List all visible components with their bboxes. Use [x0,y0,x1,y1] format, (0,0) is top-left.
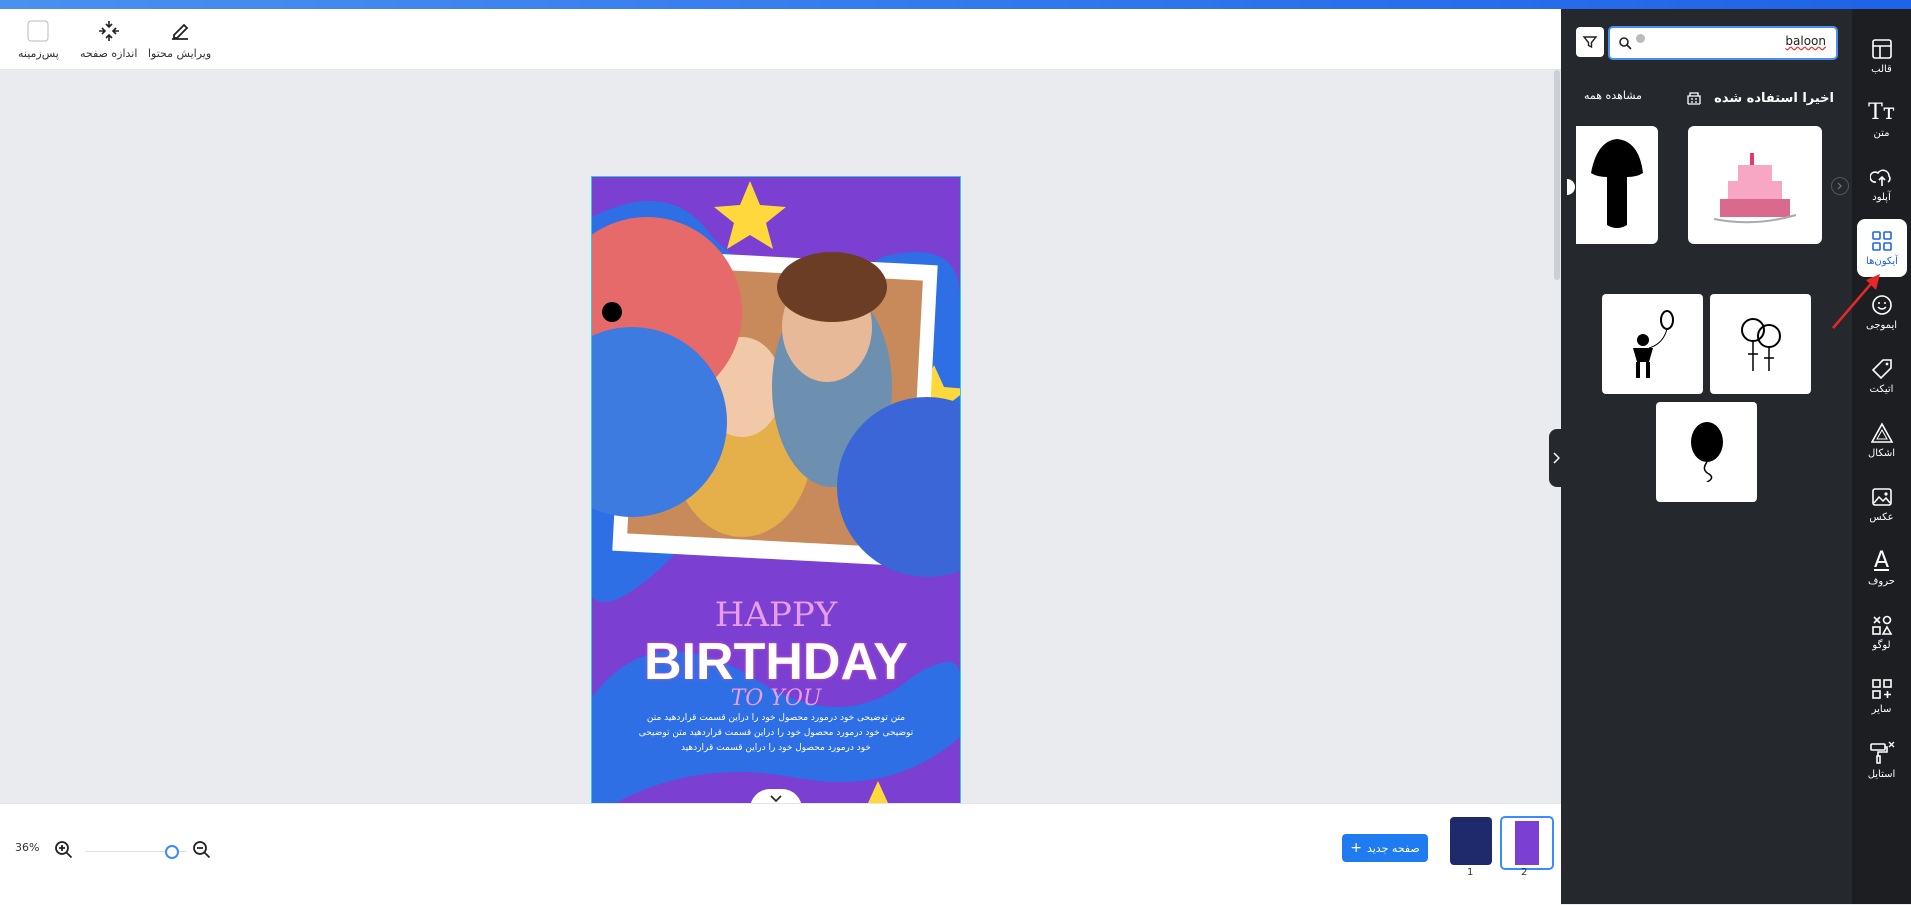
top-toolbar: پس‌زمینه اندازه صفحه ویرایش محتوا [0,9,1561,70]
balloon-icon [1690,422,1723,482]
zoom-slider-handle[interactable] [165,845,179,859]
template-icon [1871,38,1892,59]
zoom-percent: 36% [15,841,40,854]
carousel-left-arrow[interactable] [1567,179,1575,195]
logo-shapes-icon [1871,615,1892,635]
recent-section-header: اخیرا استفاده شده [1686,90,1834,106]
text-icon: Tт [1868,99,1895,125]
clear-search-icon[interactable] [1636,34,1645,43]
font-letter-icon: A [1873,547,1890,573]
happy-text: HAPPY [714,595,838,635]
edit-content-tool[interactable]: ویرایش محتوا [148,19,211,60]
result-icon-two-balloons[interactable] [1710,294,1811,394]
plus-icon: + [1350,840,1362,856]
two-balloons-icon [1740,318,1781,371]
rail-item-style[interactable]: استایل [1852,731,1911,789]
rail-item-upload[interactable]: آپلود [1852,155,1911,213]
triangle-icon [1870,421,1893,443]
search-box[interactable]: baloon [1608,26,1838,60]
new-page-button[interactable]: صفحه جدید + [1342,834,1428,862]
birthday-design-card[interactable]: HAPPY BIRTHDAY TO YOU متن توضیحی خود درم… [591,176,961,836]
canvas-area: HAPPY BIRTHDAY TO YOU متن توضیحی خود درم… [0,70,1561,836]
mushroom-icon [1591,139,1643,228]
rail-item-icons[interactable]: آیکون‌ها [1857,219,1907,277]
recent-icon-mushroom[interactable] [1576,126,1658,244]
search-icon [1619,37,1632,50]
filter-button[interactable] [1576,27,1604,57]
result-icon-balloon[interactable] [1656,402,1757,502]
bottom-bar: 36% صفحه جدید + 1 2 [0,803,1561,905]
resize-icon [98,21,119,41]
body-text: متن توضیحی خود درمورد محصول خود را دراین… [638,713,914,753]
page-thumbnail-1[interactable] [1450,817,1492,865]
result-icon-child-balloon[interactable] [1602,294,1703,394]
background-label: پس‌زمینه [18,47,59,60]
page-number-1: 1 [1467,867,1474,878]
view-all-link[interactable]: مشاهده همه [1584,89,1642,102]
icons-grid-icon [1872,230,1892,251]
background-tool[interactable]: پس‌زمینه [18,19,59,60]
building-icon [1687,92,1701,105]
rail-item-fonts[interactable]: A حروف [1852,539,1911,597]
annotation-arrow [1832,274,1880,329]
rail-item-other[interactable]: سایر [1852,667,1911,725]
filter-icon [1582,36,1598,49]
tag-icon [1871,358,1892,379]
chevron-right-icon [1837,182,1842,190]
right-tool-rail: قالب Tт متن آپلود آیکون‌ها ایموجی اتیکت … [1852,9,1911,904]
chevron-right-icon [1553,452,1560,464]
recent-label: اخیرا استفاده شده [1714,90,1834,106]
icons-panel: baloon اخیرا استفاده شده مشاهده همه [1561,9,1852,904]
top-accent-bar [0,0,1911,9]
search-input[interactable]: baloon [1785,34,1826,48]
rail-item-logo[interactable]: لوگو [1852,603,1911,661]
carousel-right-arrow[interactable] [1831,177,1849,195]
page-size-label: اندازه صفحه [80,47,138,60]
recent-icon-cake[interactable] [1688,126,1822,244]
to-you-text: TO YOU [730,686,822,711]
child-with-balloon-icon [1632,310,1674,378]
pencil-icon [171,23,188,40]
rail-item-photo[interactable]: عکس [1852,475,1911,533]
rail-item-shapes[interactable]: اشکال [1852,411,1911,469]
rail-item-template[interactable]: قالب [1852,27,1911,85]
chevron-down-icon [770,795,782,803]
image-icon [1871,487,1892,506]
rail-item-text[interactable]: Tт متن [1852,91,1911,149]
zoom-out-icon[interactable] [192,840,212,860]
page-number-2: 2 [1521,867,1528,878]
new-page-label: صفحه جدید [1366,841,1420,855]
add-grid-icon [1871,678,1892,699]
upload-icon [1869,169,1891,186]
cake-icon [1713,153,1797,224]
birthday-text: BIRTHDAY [644,633,908,691]
page-thumbnail-2[interactable] [1500,816,1554,870]
zoom-in-icon[interactable] [54,840,74,860]
background-swatch-icon [27,20,49,42]
rail-item-sticker[interactable]: اتیکت [1852,347,1911,405]
page-size-tool[interactable]: اندازه صفحه [80,19,137,60]
paint-roller-icon [1869,741,1894,764]
edit-content-label: ویرایش محتوا [148,47,212,60]
canvas-scrollbar[interactable] [1554,70,1560,280]
